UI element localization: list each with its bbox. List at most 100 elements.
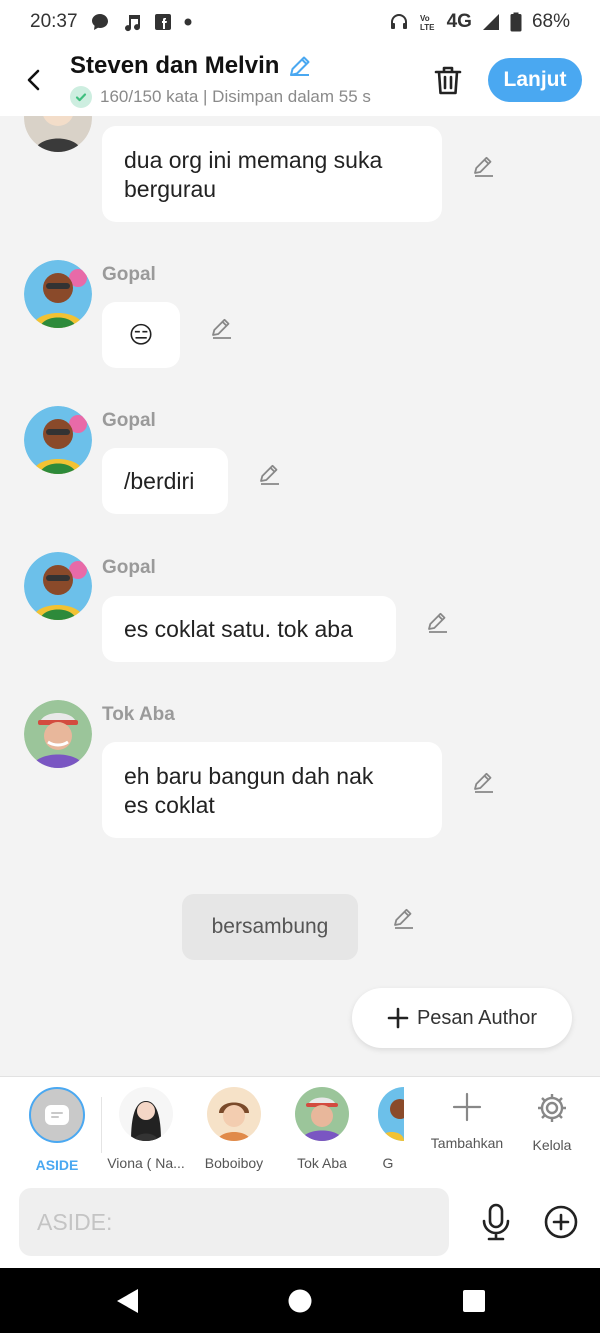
signal-icon: [482, 13, 500, 31]
melvin-avatar[interactable]: [24, 116, 92, 152]
word-count-row: 160/150 kata | Disimpan dalam 55 s: [70, 86, 406, 108]
delete-button[interactable]: [428, 60, 468, 100]
character-tok-aba[interactable]: Tok Aba: [280, 1087, 364, 1171]
narration-bubble[interactable]: bersambung: [182, 894, 358, 960]
edit-message-button[interactable]: [256, 460, 284, 488]
title-row: Steven dan Melvin: [70, 52, 410, 80]
message-bubble[interactable]: 😑: [102, 302, 180, 368]
back-button[interactable]: [4, 44, 64, 116]
message-bubble[interactable]: /berdiri: [102, 448, 228, 514]
pencil-icon: [428, 612, 447, 633]
add-attachment-button[interactable]: [543, 1204, 579, 1240]
narration-text: bersambung: [211, 915, 329, 938]
edit-message-button[interactable]: [208, 314, 236, 342]
message-bubble[interactable]: eh baru bangun dah nak es coklat: [102, 742, 442, 838]
message-text: 😑: [128, 321, 154, 349]
tok-aba-avatar: [295, 1087, 349, 1141]
chat-lines-icon: [45, 1105, 69, 1125]
character-label: Viona ( Na...: [107, 1155, 185, 1171]
author-message-label: Pesan Author: [416, 1006, 538, 1029]
aside-avatar: [29, 1087, 85, 1143]
check-icon: [70, 86, 92, 108]
music-note-icon: [122, 12, 142, 32]
svg-text:Vo: Vo: [420, 14, 430, 23]
boboiboy-avatar: [207, 1087, 261, 1141]
system-recents-button[interactable]: [459, 1286, 489, 1316]
triangle-back-icon: [117, 1289, 138, 1313]
save-status: 160/150 kata | Disimpan dalam 55 s: [100, 87, 371, 106]
system-back-button[interactable]: [112, 1286, 142, 1316]
message-text: es coklat satu. tok aba: [124, 615, 353, 642]
sender-name: Gopal: [102, 557, 156, 578]
svg-text:LTE: LTE: [420, 23, 435, 32]
title-block: Steven dan Melvin 160/150 kata | Disimpa…: [70, 52, 410, 108]
plus-circle-icon: [544, 1205, 578, 1239]
character-label: Boboiboy: [204, 1155, 264, 1171]
edit-title-button[interactable]: [287, 53, 313, 79]
edit-message-button[interactable]: [470, 152, 498, 180]
edit-narration-button[interactable]: [390, 904, 418, 932]
gopal-avatar[interactable]: [24, 406, 92, 474]
tok-aba-avatar[interactable]: [24, 700, 92, 768]
add-character-button[interactable]: Tambahkan: [422, 1091, 512, 1151]
plus-icon: [387, 1007, 409, 1029]
header: Steven dan Melvin 160/150 kata | Disimpa…: [0, 44, 600, 116]
character-boboiboy[interactable]: Boboiboy: [192, 1087, 276, 1171]
message-bubble[interactable]: dua org ini memang suka bergurau: [102, 126, 442, 222]
status-right: Vo LTE 4G 68%: [389, 11, 570, 33]
gopal-avatar[interactable]: [24, 552, 92, 620]
manage-characters-label: Kelola: [532, 1137, 572, 1153]
message-text: dua org ini memang suka bergurau: [124, 147, 383, 202]
message-bubble[interactable]: es coklat satu. tok aba: [102, 596, 396, 662]
square-recents-icon: [463, 1290, 485, 1312]
author-message-button[interactable]: Pesan Author: [352, 988, 572, 1048]
input-bar: [0, 1178, 600, 1268]
network-type: 4G: [446, 11, 472, 32]
message-text: /berdiri: [124, 467, 195, 494]
sender-name: Gopal: [102, 264, 156, 285]
edit-message-button[interactable]: [470, 768, 498, 796]
pencil-icon: [212, 318, 231, 339]
character-divider: [101, 1097, 102, 1153]
gopal-avatar[interactable]: [24, 260, 92, 328]
system-home-button[interactable]: [285, 1286, 315, 1316]
volte-icon: Vo LTE: [419, 12, 437, 32]
character-label: ASIDE: [35, 1157, 79, 1173]
status-time: 20:37: [30, 11, 78, 32]
headphones-icon: [389, 12, 409, 32]
dot-icon: [184, 18, 192, 26]
viona-avatar: [119, 1087, 173, 1141]
chat-area: dua org ini memang suka bergurau Gopal 😑…: [0, 116, 600, 1076]
voice-input-button[interactable]: [478, 1202, 514, 1242]
plus-icon: [452, 1092, 482, 1122]
message-text: eh baru bangun dah nak es coklat: [124, 763, 374, 818]
pencil-icon: [474, 156, 493, 177]
character-label: Tok Aba: [297, 1155, 347, 1171]
sender-name: Tok Aba: [102, 704, 175, 725]
microphone-icon: [482, 1203, 510, 1241]
page-title: Steven dan Melvin: [70, 52, 280, 79]
circle-home-icon: [288, 1289, 312, 1313]
chat-bubble-icon: [90, 12, 110, 32]
character-aside[interactable]: ASIDE: [15, 1087, 99, 1173]
character-viona[interactable]: Viona ( Na...: [104, 1087, 188, 1171]
add-character-label: Tambahkan: [430, 1135, 504, 1151]
manage-characters-button[interactable]: Kelola: [507, 1091, 597, 1153]
gopal-avatar: [378, 1087, 404, 1141]
pencil-icon: [394, 908, 413, 929]
edit-message-button[interactable]: [424, 608, 452, 636]
status-left: 20:37: [30, 11, 192, 33]
pencil-icon: [260, 464, 279, 485]
battery-icon: [510, 12, 522, 32]
message-input[interactable]: [19, 1188, 449, 1256]
battery-percent: 68%: [531, 11, 570, 32]
pencil-icon: [290, 56, 310, 76]
next-button[interactable]: Lanjut: [488, 58, 582, 102]
back-arrow-icon: [27, 69, 40, 91]
sender-name: Gopal: [102, 410, 156, 431]
trash-icon: [434, 66, 462, 95]
facebook-icon: [154, 13, 172, 31]
character-g[interactable]: G: [354, 1087, 404, 1171]
character-label: G: [382, 1155, 394, 1171]
status-bar: 20:37 Vo LTE 4G 68%: [0, 0, 600, 44]
